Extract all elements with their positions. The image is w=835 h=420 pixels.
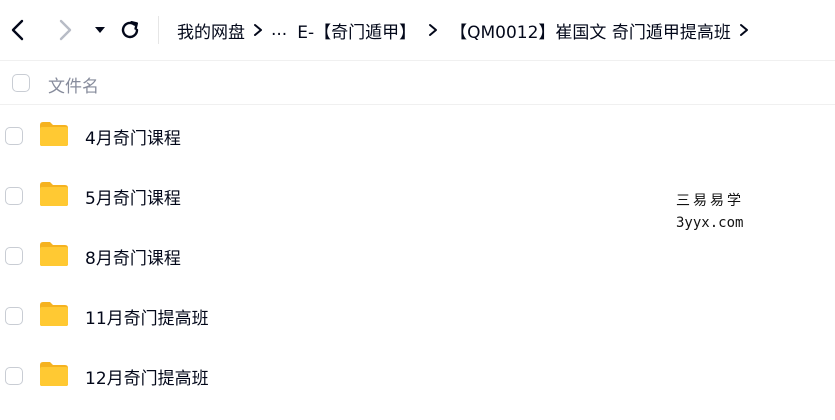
breadcrumb-item-ellipsis[interactable]: ... xyxy=(271,20,287,40)
folder-icon xyxy=(40,242,68,266)
toolbar: 我的网盘 ... E-【奇门遁甲】 【QM0012】崔国文 奇门遁甲提高班 xyxy=(0,0,835,60)
breadcrumb-item-root[interactable]: 我的网盘 xyxy=(177,18,245,43)
row-checkbox[interactable] xyxy=(5,247,23,265)
folder-icon xyxy=(40,182,68,206)
folder-icon xyxy=(40,362,68,386)
chevron-right-icon xyxy=(245,16,271,44)
breadcrumb: 我的网盘 ... E-【奇门遁甲】 【QM0012】崔国文 奇门遁甲提高班 xyxy=(177,16,757,44)
watermark: 三易易学 3yyx.com xyxy=(676,190,744,234)
row-checkbox[interactable] xyxy=(5,307,23,325)
back-button[interactable] xyxy=(4,16,32,44)
row-checkbox[interactable] xyxy=(5,367,23,385)
chevron-right-icon xyxy=(731,16,757,44)
toolbar-divider xyxy=(158,16,159,44)
file-name[interactable]: 5月奇门课程 xyxy=(85,184,181,209)
watermark-url: 3yyx.com xyxy=(676,215,744,231)
row-checkbox[interactable] xyxy=(5,127,23,145)
breadcrumb-item-current[interactable]: 【QM0012】崔国文 奇门遁甲提高班 xyxy=(450,18,731,43)
list-item[interactable]: 11月奇门提高班 xyxy=(0,286,835,346)
row-checkbox[interactable] xyxy=(5,187,23,205)
column-header-filename[interactable]: 文件名 xyxy=(48,72,99,97)
file-name[interactable]: 11月奇门提高班 xyxy=(85,304,209,329)
file-name[interactable]: 12月奇门提高班 xyxy=(85,364,209,389)
select-all-checkbox[interactable] xyxy=(12,74,30,92)
file-name[interactable]: 8月奇门课程 xyxy=(85,244,181,269)
breadcrumb-item-parent[interactable]: E-【奇门遁甲】 xyxy=(297,18,416,43)
list-item[interactable]: 4月奇门课程 xyxy=(0,106,835,166)
list-item[interactable]: 8月奇门课程 xyxy=(0,226,835,286)
watermark-title: 三易易学 xyxy=(676,193,744,209)
refresh-button[interactable] xyxy=(116,16,144,44)
file-name[interactable]: 4月奇门课程 xyxy=(85,124,181,149)
chevron-right-icon xyxy=(416,16,450,44)
folder-icon xyxy=(40,302,68,326)
list-item[interactable]: 12月奇门提高班 xyxy=(0,346,835,406)
refresh-icon xyxy=(121,21,139,39)
chevron-left-icon xyxy=(11,19,24,41)
chevron-right-icon xyxy=(59,19,72,41)
folder-icon xyxy=(40,122,68,146)
file-list-header: 文件名 xyxy=(0,60,835,105)
history-dropdown-button[interactable] xyxy=(86,16,114,44)
caret-down-icon xyxy=(95,27,105,33)
forward-button[interactable] xyxy=(51,16,79,44)
